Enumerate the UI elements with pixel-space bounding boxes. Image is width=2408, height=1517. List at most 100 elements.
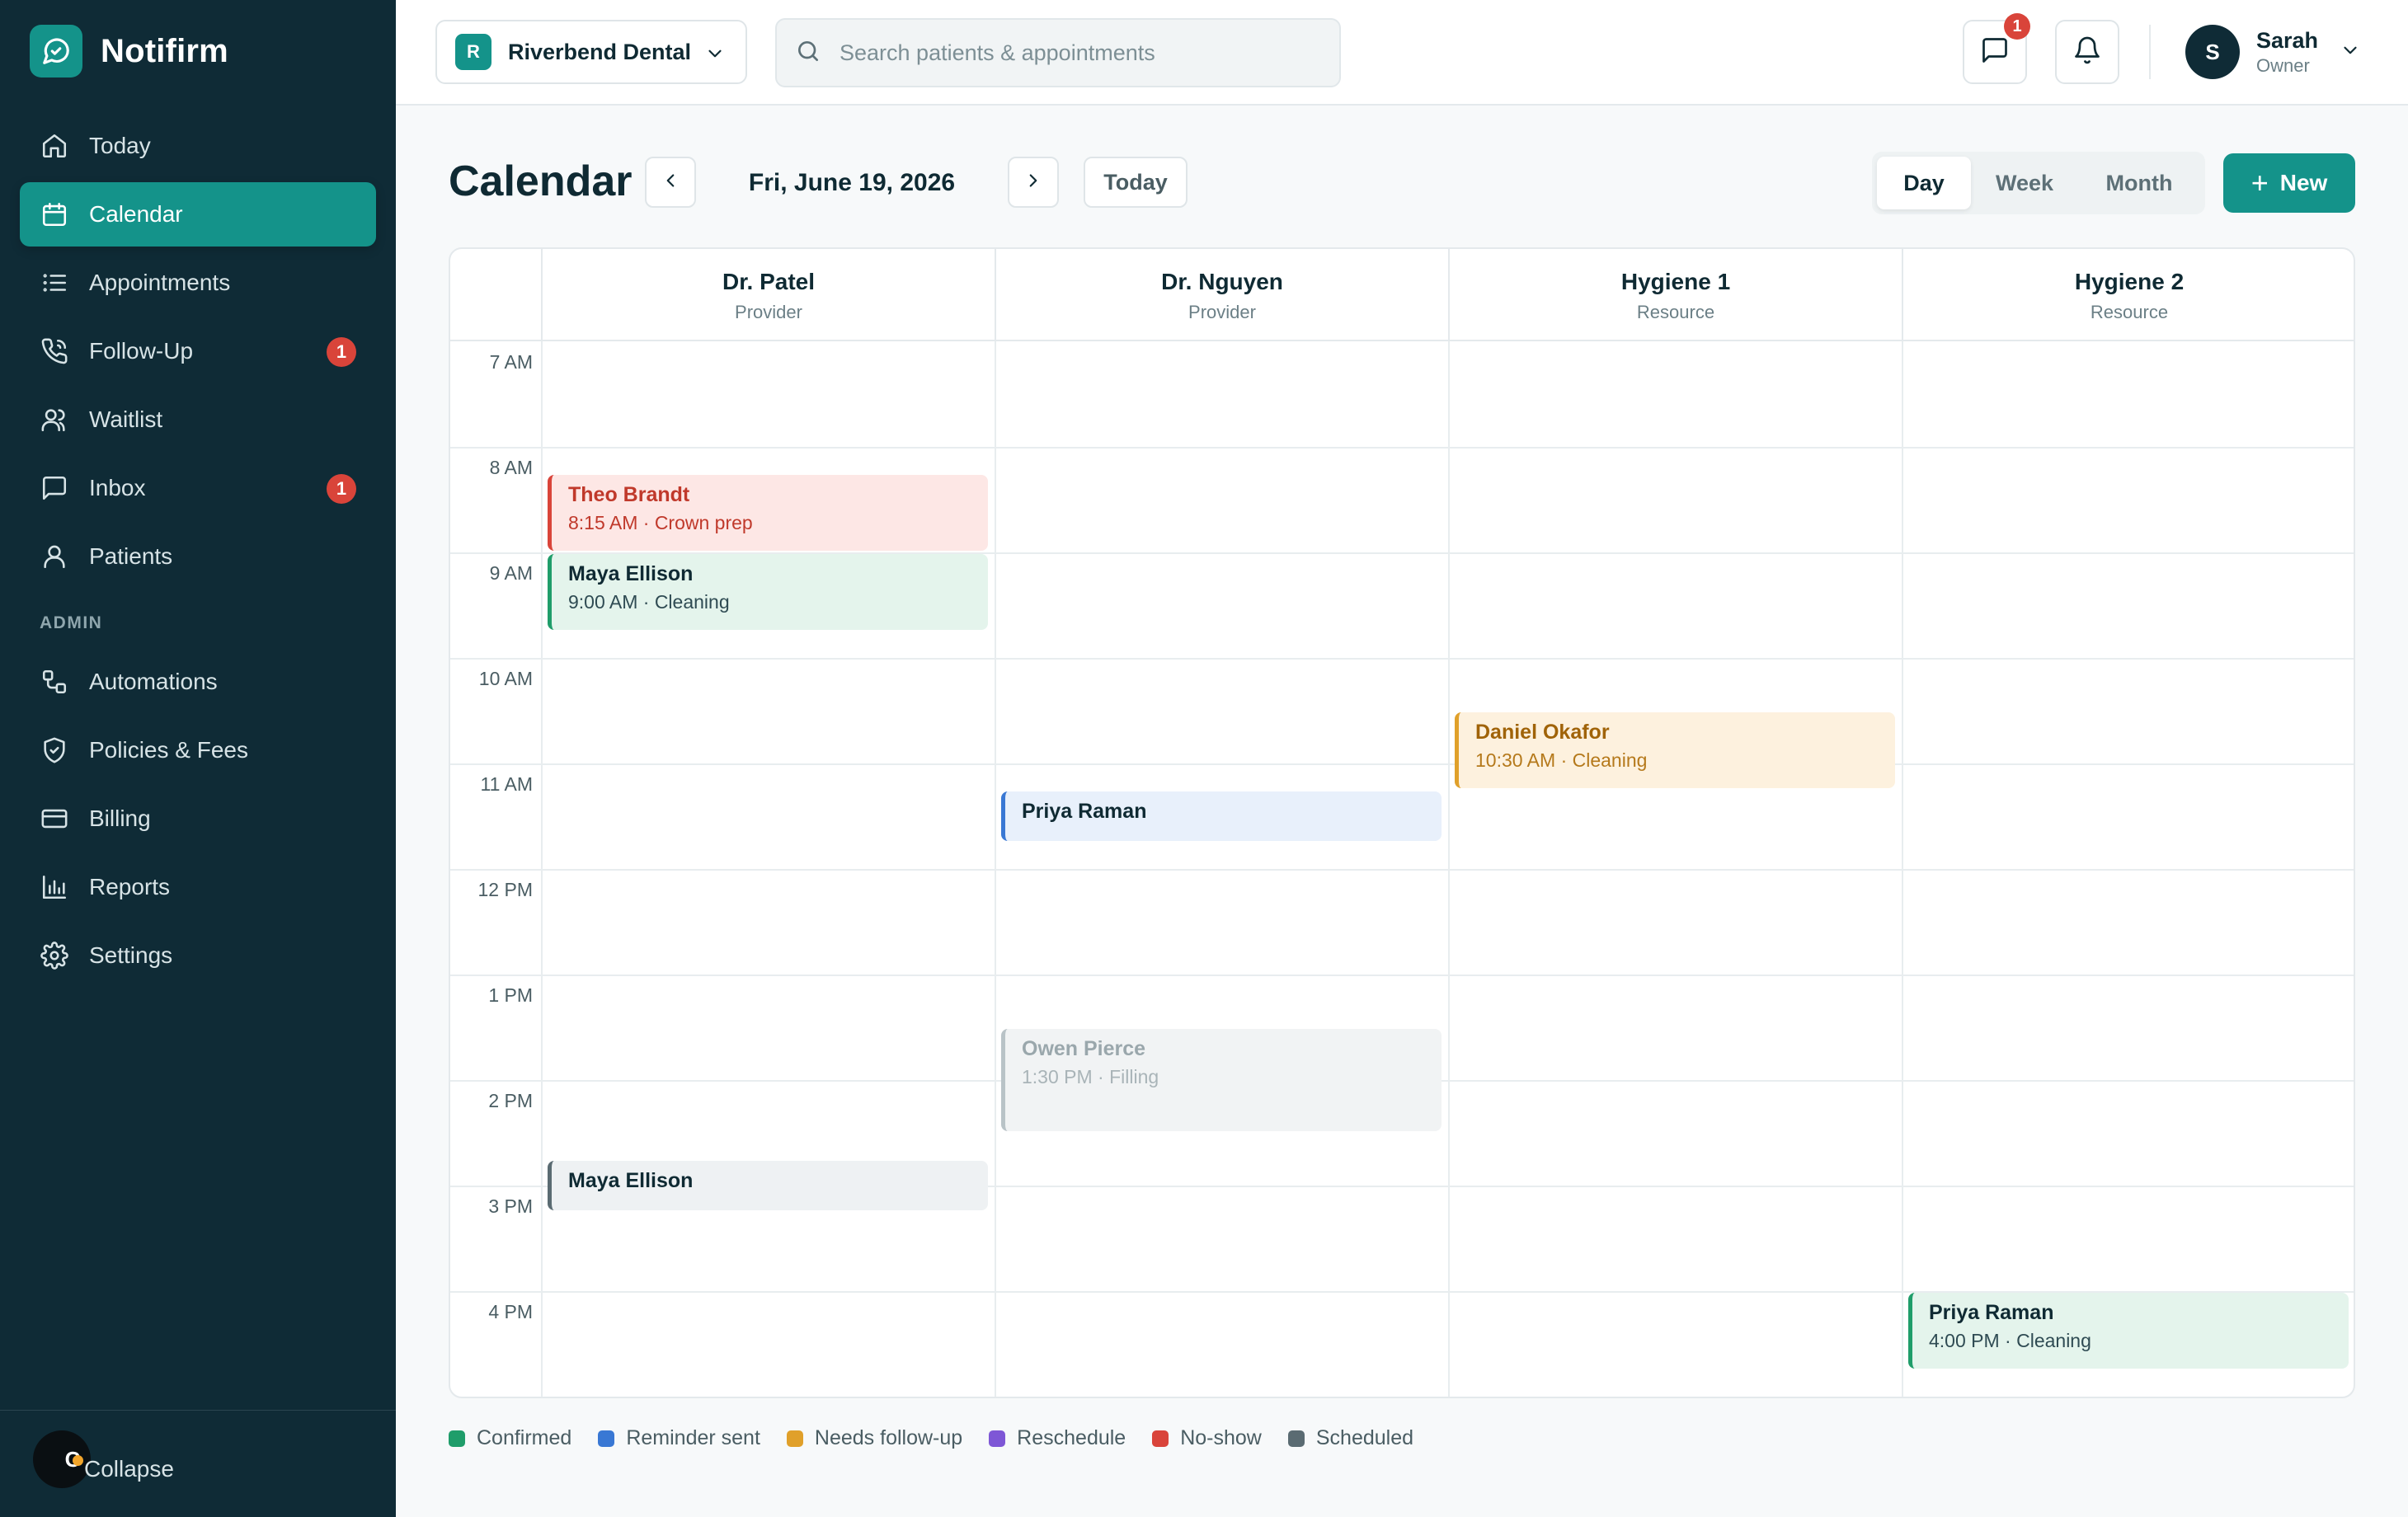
appointment-time-type: 4:00 PM · Cleaning: [1929, 1330, 2091, 1351]
new-appointment-button[interactable]: + New: [2223, 153, 2355, 213]
list-icon: [40, 268, 69, 298]
sidebar-item-reports[interactable]: Reports: [20, 855, 376, 919]
sidebar-item-label: Follow-Up: [89, 338, 194, 364]
hour-label: 4 PM: [488, 1301, 533, 1322]
notifications-button[interactable]: [2055, 20, 2119, 84]
legend-swatch: [786, 1430, 803, 1447]
status-dot-icon: [73, 1455, 83, 1466]
legend-item: Confirmed: [449, 1426, 571, 1450]
sidebar-item-label: Policies & Fees: [89, 737, 248, 763]
view-switcher: Day Week Month: [1872, 152, 2205, 214]
inbox-count-badge: 1: [327, 474, 356, 504]
bell-icon: [2072, 35, 2102, 69]
hour-label: 3 PM: [488, 1195, 533, 1217]
sidebar-item-label: Today: [89, 133, 151, 158]
search-input[interactable]: [840, 40, 1301, 66]
appointment-patient: Priya Raman: [1929, 1301, 2054, 1324]
appointment-card[interactable]: Daniel Okafor 10:30 AM · Cleaning: [1455, 712, 1895, 788]
calendar-grid: Dr. Patel Provider Dr. Nguyen Provider H…: [449, 247, 2355, 1398]
appointment-time-type: 9:00 AM · Cleaning: [568, 591, 730, 613]
sidebar-nav: Today Calendar Appointments Follow-Up 1: [20, 114, 376, 992]
bar-chart-icon: [40, 872, 69, 902]
view-day-tab[interactable]: Day: [1877, 157, 1971, 209]
sidebar-item-waitlist[interactable]: Waitlist: [20, 387, 376, 452]
sidebar-footer: C Collapse: [0, 1410, 396, 1517]
hour-gridline: [450, 447, 2354, 449]
hour-label: 1 PM: [488, 984, 533, 1006]
sidebar-item-patients[interactable]: Patients: [20, 524, 376, 589]
legend-label: No-show: [1180, 1426, 1262, 1449]
sidebar-item-appointments[interactable]: Appointments: [20, 251, 376, 315]
legend-swatch: [449, 1430, 465, 1447]
status-legend: Confirmed Reminder sent Needs follow-up Res…: [449, 1426, 1440, 1450]
brand-logo-icon: [30, 25, 82, 77]
column-header-dr-patel: Dr. Patel Provider: [541, 249, 995, 341]
search-icon: [795, 38, 821, 68]
appointment-card[interactable]: Theo Brandt 8:15 AM · Crown prep: [548, 475, 988, 551]
appointment-card[interactable]: Maya Ellison: [548, 1161, 988, 1210]
appointment-patient: Priya Raman: [1022, 800, 1147, 823]
appointment-patient: Maya Ellison: [568, 562, 694, 585]
legend-item: Reminder sent: [598, 1426, 760, 1450]
practice-selector[interactable]: R Riverbend Dental: [435, 20, 747, 84]
messages-button[interactable]: 1: [1963, 13, 2030, 84]
sidebar-item-settings[interactable]: Settings: [20, 923, 376, 988]
legend-swatch: [598, 1430, 615, 1447]
appointment-card[interactable]: Owen Pierce 1:30 PM · Filling: [1001, 1029, 1442, 1131]
legend-swatch: [1287, 1430, 1305, 1447]
user-menu[interactable]: S Sarah Owner: [2185, 25, 2361, 79]
workflow-icon: [40, 667, 69, 697]
appointment-patient: Maya Ellison: [568, 1169, 694, 1192]
sidebar-item-policies[interactable]: Policies & Fees: [20, 718, 376, 782]
collapse-label: Collapse: [84, 1456, 174, 1482]
sidebar-item-label: Reports: [89, 874, 171, 899]
phone-icon: [40, 336, 69, 366]
appointment-patient: Theo Brandt: [568, 483, 690, 506]
column-type: Provider: [735, 302, 802, 322]
appointment-patient: Daniel Okafor: [1475, 721, 1610, 744]
sidebar: Notifirm Today Calendar Appointments Fol…: [0, 0, 396, 1517]
legend-item: Needs follow-up: [786, 1426, 962, 1450]
sidebar-item-follow-up[interactable]: Follow-Up 1: [20, 319, 376, 383]
sidebar-item-label: Appointments: [89, 270, 231, 295]
sidebar-item-today[interactable]: Today: [20, 114, 376, 178]
sidebar-item-label: Inbox: [89, 475, 146, 500]
message-icon: [1980, 35, 2010, 69]
today-button[interactable]: Today: [1084, 157, 1188, 208]
legend-label: Scheduled: [1315, 1426, 1414, 1449]
brand[interactable]: Notifirm: [30, 25, 228, 77]
view-month-tab[interactable]: Month: [2078, 157, 2200, 209]
appointment-card[interactable]: Priya Raman 4:00 PM · Cleaning: [1908, 1293, 2349, 1369]
appointment-card[interactable]: Priya Raman: [1001, 791, 1442, 841]
sidebar-item-label: Calendar: [89, 201, 183, 227]
admin-section-heading: ADMIN: [40, 613, 103, 632]
sidebar-item-calendar[interactable]: Calendar: [20, 182, 376, 247]
user-name: Sarah: [2256, 27, 2319, 53]
legend-label: Confirmed: [477, 1426, 572, 1449]
legend-swatch: [989, 1430, 1006, 1447]
sidebar-item-automations[interactable]: Automations: [20, 650, 376, 714]
appointment-card[interactable]: Maya Ellison 9:00 AM · Cleaning: [548, 554, 988, 630]
new-button-label: New: [2279, 170, 2328, 195]
hour-label: 2 PM: [488, 1090, 533, 1111]
hour-label: 10 AM: [478, 668, 533, 689]
gear-icon: [40, 941, 69, 970]
next-day-button[interactable]: [1008, 157, 1059, 208]
avatar: S: [2185, 25, 2240, 79]
column-type: Resource: [2090, 302, 2169, 322]
hour-gridline: [450, 869, 2354, 871]
column-header-dr-nguyen: Dr. Nguyen Provider: [995, 249, 1448, 341]
column-header-hygiene-2: Hygiene 2 Resource: [1902, 249, 2354, 341]
sidebar-item-billing[interactable]: Billing: [20, 787, 376, 851]
follow-up-count-badge: 1: [327, 337, 356, 367]
grid-header: Dr. Patel Provider Dr. Nguyen Provider H…: [450, 249, 2354, 341]
collapse-button[interactable]: C Collapse: [33, 1430, 181, 1488]
view-week-tab[interactable]: Week: [1971, 157, 2078, 209]
legend-item: No-show: [1152, 1426, 1262, 1450]
previous-day-button[interactable]: [645, 157, 696, 208]
brand-name: Notifirm: [101, 32, 228, 69]
collapse-avatar: C: [33, 1430, 91, 1488]
credit-card-icon: [40, 804, 69, 834]
search-box[interactable]: [775, 18, 1341, 87]
sidebar-item-inbox[interactable]: Inbox 1: [20, 456, 376, 520]
